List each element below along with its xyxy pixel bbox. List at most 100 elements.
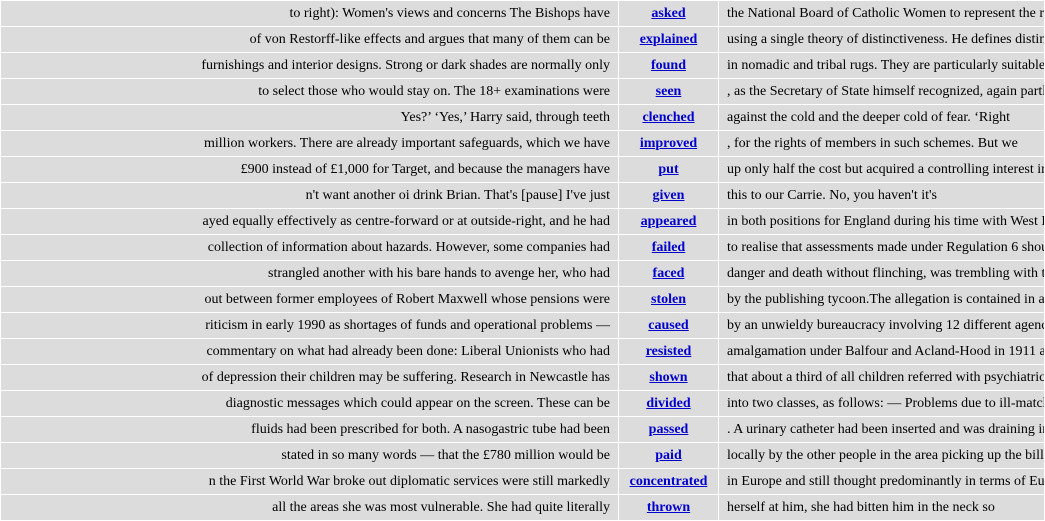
keyword-cell: caused bbox=[619, 313, 718, 338]
keyword-cell: paid bbox=[619, 443, 718, 468]
left-context: furnishings and interior designs. Strong… bbox=[1, 53, 618, 78]
right-context: locally by the other people in the area … bbox=[719, 443, 1044, 468]
keyword-link[interactable]: appeared bbox=[641, 214, 697, 229]
keyword-link[interactable]: caused bbox=[648, 318, 688, 333]
keyword-cell: asked bbox=[619, 1, 718, 26]
left-context: diagnostic messages which could appear o… bbox=[1, 391, 618, 416]
right-context: against the cold and the deeper cold of … bbox=[719, 105, 1044, 130]
right-context: amalgamation under Balfour and Acland-Ho… bbox=[719, 339, 1044, 364]
right-context: by the publishing tycoon.The allegation … bbox=[719, 287, 1044, 312]
keyword-cell: passed bbox=[619, 417, 718, 442]
left-context: fluids had been prescribed for both. A n… bbox=[1, 417, 618, 442]
right-context: in nomadic and tribal rugs. They are par… bbox=[719, 53, 1044, 78]
concordance-row: all the areas she was most vulnerable. S… bbox=[1, 495, 1044, 520]
keyword-cell: divided bbox=[619, 391, 718, 416]
right-context: . A urinary catheter had been inserted a… bbox=[719, 417, 1044, 442]
concordance-row: fluids had been prescribed for both. A n… bbox=[1, 417, 1044, 442]
left-context: collection of information about hazards.… bbox=[1, 235, 618, 260]
keyword-link[interactable]: improved bbox=[640, 136, 697, 151]
keyword-cell: failed bbox=[619, 235, 718, 260]
right-context: danger and death without flinching, was … bbox=[719, 261, 1044, 286]
keyword-link[interactable]: shown bbox=[649, 370, 687, 385]
keyword-link[interactable]: clenched bbox=[642, 110, 694, 125]
keyword-link[interactable]: asked bbox=[651, 6, 685, 21]
left-context: of von Restorff-like effects and argues … bbox=[1, 27, 618, 52]
right-context: to realise that assessments made under R… bbox=[719, 235, 1044, 260]
concordance-row: strangled another with his bare hands to… bbox=[1, 261, 1044, 286]
left-context: Yes?’ ‘Yes,’ Harry said, through teeth bbox=[1, 105, 618, 130]
left-context: million workers. There are already impor… bbox=[1, 131, 618, 156]
concordance-row: n the First World War broke out diplomat… bbox=[1, 469, 1044, 494]
keyword-cell: clenched bbox=[619, 105, 718, 130]
keyword-link[interactable]: failed bbox=[652, 240, 685, 255]
keyword-cell: given bbox=[619, 183, 718, 208]
concordance-row: diagnostic messages which could appear o… bbox=[1, 391, 1044, 416]
keyword-cell: stolen bbox=[619, 287, 718, 312]
keyword-link[interactable]: passed bbox=[649, 422, 689, 437]
right-context: that about a third of all children refer… bbox=[719, 365, 1044, 390]
keyword-cell: faced bbox=[619, 261, 718, 286]
concordance-row: of von Restorff-like effects and argues … bbox=[1, 27, 1044, 52]
left-context: strangled another with his bare hands to… bbox=[1, 261, 618, 286]
keyword-link[interactable]: concentrated bbox=[630, 474, 708, 489]
keyword-cell: seen bbox=[619, 79, 718, 104]
keyword-cell: found bbox=[619, 53, 718, 78]
concordance-row: ayed equally effectively as centre-forwa… bbox=[1, 209, 1044, 234]
left-context: commentary on what had already been done… bbox=[1, 339, 618, 364]
right-context: herself at him, she had bitten him in th… bbox=[719, 495, 1044, 520]
left-context: riticism in early 1990 as shortages of f… bbox=[1, 313, 618, 338]
right-context: using a single theory of distinctiveness… bbox=[719, 27, 1044, 52]
keyword-link[interactable]: resisted bbox=[646, 344, 692, 359]
right-context: in both positions for England during his… bbox=[719, 209, 1044, 234]
keyword-link[interactable]: faced bbox=[653, 266, 685, 281]
keyword-link[interactable]: found bbox=[651, 58, 686, 73]
left-context: n't want another oi drink Brian. That's … bbox=[1, 183, 618, 208]
keyword-link[interactable]: given bbox=[653, 188, 685, 203]
left-context: out between former employees of Robert M… bbox=[1, 287, 618, 312]
keyword-link[interactable]: seen bbox=[656, 84, 682, 99]
keyword-cell: concentrated bbox=[619, 469, 718, 494]
keyword-link[interactable]: stolen bbox=[651, 292, 686, 307]
keyword-link[interactable]: thrown bbox=[647, 500, 690, 515]
right-context: this to our Carrie. No, you haven't it's bbox=[719, 183, 1044, 208]
keyword-link[interactable]: divided bbox=[646, 396, 690, 411]
keyword-cell: thrown bbox=[619, 495, 718, 520]
keyword-link[interactable]: explained bbox=[640, 32, 698, 47]
right-context: the National Board of Catholic Women to … bbox=[719, 1, 1044, 26]
concordance-row: riticism in early 1990 as shortages of f… bbox=[1, 313, 1044, 338]
concordance-row: out between former employees of Robert M… bbox=[1, 287, 1044, 312]
concordance-row: commentary on what had already been done… bbox=[1, 339, 1044, 364]
left-context: to right): Women's views and concerns Th… bbox=[1, 1, 618, 26]
keyword-cell: explained bbox=[619, 27, 718, 52]
concordance-row: of depression their children may be suff… bbox=[1, 365, 1044, 390]
left-context: n the First World War broke out diplomat… bbox=[1, 469, 618, 494]
left-context: ayed equally effectively as centre-forwa… bbox=[1, 209, 618, 234]
concordance-row: to right): Women's views and concerns Th… bbox=[1, 1, 1044, 26]
keyword-link[interactable]: paid bbox=[655, 448, 681, 463]
concordance-row: million workers. There are already impor… bbox=[1, 131, 1044, 156]
left-context: to select those who would stay on. The 1… bbox=[1, 79, 618, 104]
right-context: by an unwieldy bureaucracy involving 12 … bbox=[719, 313, 1044, 338]
keyword-cell: improved bbox=[619, 131, 718, 156]
left-context: of depression their children may be suff… bbox=[1, 365, 618, 390]
left-context: £900 instead of £1,000 for Target, and b… bbox=[1, 157, 618, 182]
right-context: into two classes, as follows: — Problems… bbox=[719, 391, 1044, 416]
keyword-cell: resisted bbox=[619, 339, 718, 364]
right-context: in Europe and still thought predominantl… bbox=[719, 469, 1044, 494]
concordance-row: stated in so many words — that the £780 … bbox=[1, 443, 1044, 468]
concordance-row: £900 instead of £1,000 for Target, and b… bbox=[1, 157, 1044, 182]
concordance-row: Yes?’ ‘Yes,’ Harry said, through teeth cl… bbox=[1, 105, 1044, 130]
right-context: up only half the cost but acquired a con… bbox=[719, 157, 1044, 182]
right-context: , as the Secretary of State himself reco… bbox=[719, 79, 1044, 104]
concordance-row: n't want another oi drink Brian. That's … bbox=[1, 183, 1044, 208]
concordance-table: to right): Women's views and concerns Th… bbox=[0, 0, 1045, 521]
keyword-cell: shown bbox=[619, 365, 718, 390]
left-context: all the areas she was most vulnerable. S… bbox=[1, 495, 618, 520]
concordance-row: furnishings and interior designs. Strong… bbox=[1, 53, 1044, 78]
keyword-cell: put bbox=[619, 157, 718, 182]
concordance-row: to select those who would stay on. The 1… bbox=[1, 79, 1044, 104]
concordance-row: collection of information about hazards.… bbox=[1, 235, 1044, 260]
keyword-link[interactable]: put bbox=[658, 162, 678, 177]
right-context: , for the rights of members in such sche… bbox=[719, 131, 1044, 156]
left-context: stated in so many words — that the £780 … bbox=[1, 443, 618, 468]
